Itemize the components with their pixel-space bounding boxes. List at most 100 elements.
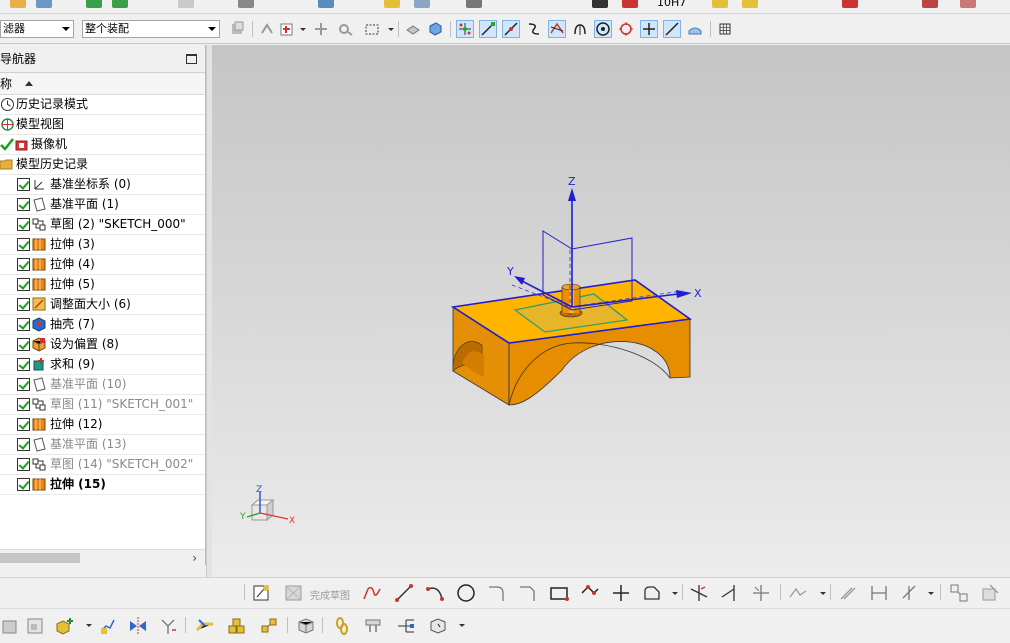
deselect-icon[interactable] [336, 20, 354, 38]
snap-point-icon[interactable] [456, 20, 474, 38]
ribbon-icon[interactable] [592, 0, 608, 8]
grid-icon[interactable] [716, 20, 734, 38]
chamfer-icon[interactable] [517, 582, 539, 604]
feature-row[interactable]: 调整面大小 (6) [0, 295, 205, 315]
add-component-icon[interactable] [54, 615, 76, 637]
chevron-down-icon[interactable] [86, 624, 92, 627]
feature-visibility-checkbox[interactable] [17, 398, 30, 411]
snap-intersection-icon[interactable] [548, 20, 566, 38]
polygon-icon[interactable] [579, 582, 601, 604]
chevron-down-icon[interactable] [672, 592, 678, 595]
quick-extend-icon[interactable] [719, 582, 741, 604]
profile-icon[interactable] [362, 582, 384, 604]
feature-row[interactable]: 基准平面 (13) [0, 435, 205, 455]
feature-row[interactable]: 拉伸 (12) [0, 415, 205, 435]
snap-endpoint-icon[interactable] [479, 20, 497, 38]
sketch-icon[interactable] [251, 582, 273, 604]
geometric-constraint-icon[interactable] [899, 582, 921, 604]
snap-midpoint-icon[interactable] [502, 20, 520, 38]
tree-node[interactable]: 历史记录模式 [0, 95, 205, 115]
ribbon-icon[interactable] [10, 0, 26, 8]
view-triad[interactable]: Z X Y [239, 485, 295, 526]
show-and-hide-constraints-icon[interactable] [226, 615, 248, 637]
name-column-header[interactable]: 称 [0, 73, 205, 95]
horizontal-scrollbar[interactable]: › [0, 549, 205, 565]
feature-visibility-checkbox[interactable] [17, 458, 30, 471]
chevron-down-icon[interactable] [820, 592, 826, 595]
explosion-view-icon[interactable] [258, 615, 280, 637]
snap-control-point-icon[interactable] [525, 20, 543, 38]
snap-settings-icon[interactable] [258, 20, 276, 38]
make-corner-icon[interactable] [750, 582, 772, 604]
tree-node[interactable]: 模型视图 [0, 115, 205, 135]
ribbon-icon[interactable] [922, 0, 938, 8]
component-array-icon[interactable] [157, 615, 179, 637]
point-icon[interactable] [610, 582, 632, 604]
feature-visibility-checkbox[interactable] [17, 238, 30, 251]
ribbon-icon[interactable] [112, 0, 128, 8]
feature-row[interactable]: 拉伸 (5) [0, 275, 205, 295]
model-canvas[interactable]: Z X Y Z X Y [212, 45, 1010, 577]
scroll-right-icon[interactable]: › [192, 550, 197, 566]
ribbon-icon[interactable] [178, 0, 194, 8]
select-faces-icon[interactable] [404, 20, 422, 38]
feature-visibility-checkbox[interactable] [17, 178, 30, 191]
quick-trim-icon[interactable] [688, 582, 710, 604]
chevron-down-icon[interactable] [300, 28, 306, 31]
feature-row[interactable]: 草图 (11) "SKETCH_001" [0, 395, 205, 415]
feature-row[interactable]: 基准坐标系 (0) [0, 175, 205, 195]
feature-row[interactable]: 求和 (9) [0, 355, 205, 375]
new-component-icon[interactable] [24, 615, 46, 637]
chevron-down-icon[interactable] [459, 624, 465, 627]
feature-visibility-checkbox[interactable] [17, 338, 30, 351]
feature-row[interactable]: 抽壳 (7) [0, 315, 205, 335]
line-icon[interactable] [393, 582, 415, 604]
maximize-icon[interactable] [186, 54, 197, 64]
feature-row[interactable]: 草图 (2) "SKETCH_000" [0, 215, 205, 235]
move-selection-icon[interactable] [312, 20, 330, 38]
feature-row[interactable]: 基准平面 (1) [0, 195, 205, 215]
feature-visibility-checkbox[interactable] [17, 258, 30, 271]
feature-visibility-checkbox[interactable] [17, 318, 30, 331]
chevron-down-icon[interactable] [928, 592, 934, 595]
snap-existing-point-icon[interactable] [640, 20, 658, 38]
feature-row[interactable]: 拉伸 (4) [0, 255, 205, 275]
wave-geometry-linker-icon[interactable] [295, 615, 317, 637]
offset-curve-icon[interactable] [641, 582, 663, 604]
ribbon-icon[interactable] [960, 0, 976, 8]
feature-visibility-checkbox[interactable] [17, 438, 30, 451]
link-icon[interactable] [331, 615, 353, 637]
show-constraints-icon[interactable] [948, 582, 970, 604]
chevron-down-icon[interactable] [388, 28, 394, 31]
ribbon-icon[interactable] [384, 0, 400, 8]
snap-on-curve-icon[interactable] [663, 20, 681, 38]
feature-row[interactable]: 基准平面 (10) [0, 375, 205, 395]
circle-icon[interactable] [455, 582, 477, 604]
mirror-curve-icon[interactable] [787, 582, 809, 604]
feature-row[interactable]: 草图 (14) "SKETCH_002" [0, 455, 205, 475]
assembly-navigator-icon[interactable] [0, 615, 22, 637]
feature-visibility-checkbox[interactable] [17, 378, 30, 391]
ribbon-icon[interactable] [36, 0, 52, 8]
feature-row[interactable]: 拉伸 (15) [0, 475, 205, 495]
ribbon-icon[interactable] [622, 0, 638, 8]
type-filter-dropdown[interactable]: 滤器 [0, 20, 74, 38]
fillet-icon[interactable] [486, 582, 508, 604]
filter-settings-icon[interactable] [228, 20, 246, 38]
dimension-icon[interactable] [868, 582, 890, 604]
feature-visibility-checkbox[interactable] [17, 418, 30, 431]
feature-visibility-checkbox[interactable] [17, 198, 30, 211]
auto-constrain-icon[interactable] [979, 582, 1001, 604]
feature-visibility-checkbox[interactable] [17, 358, 30, 371]
ribbon-icon[interactable] [318, 0, 334, 8]
ribbon-icon[interactable] [712, 0, 728, 8]
rectangle-select-icon[interactable] [363, 20, 381, 38]
assembly-constraints-icon[interactable] [194, 615, 216, 637]
graphics-window[interactable]: Z X Y Z X Y [212, 45, 1010, 577]
feature-row[interactable]: 拉伸 (3) [0, 235, 205, 255]
rectangle-icon[interactable] [548, 582, 570, 604]
snap-quadrant-icon[interactable] [617, 20, 635, 38]
finish-sketch-icon[interactable] [283, 582, 305, 604]
feature-visibility-checkbox[interactable] [17, 218, 30, 231]
feature-visibility-checkbox[interactable] [17, 478, 30, 491]
